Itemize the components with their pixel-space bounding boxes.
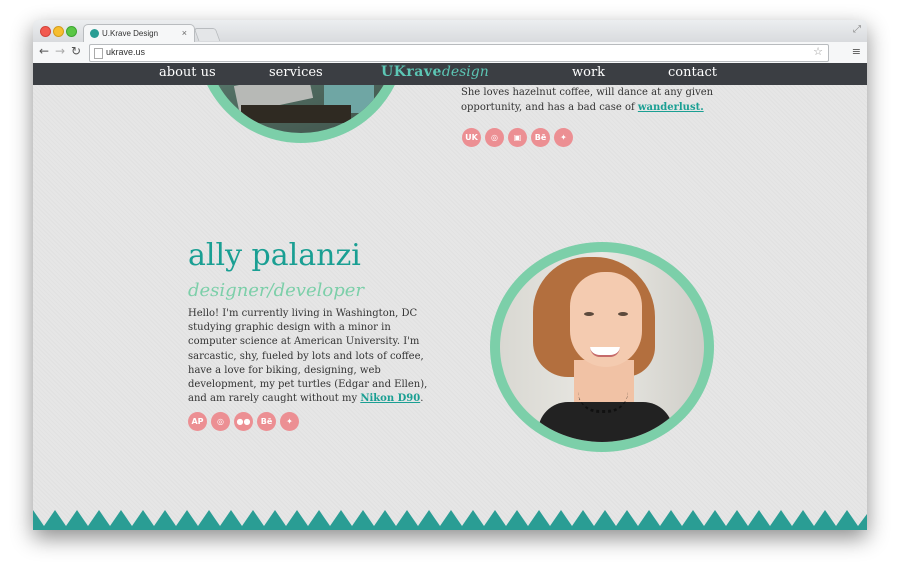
profile-name: ally palanzi	[188, 238, 361, 273]
logo-sub: design	[441, 64, 489, 80]
minimize-window-button[interactable]	[53, 26, 64, 37]
browser-window: U.Krave Design × ⤢ ← → ↻ ukrave.us ☆ ≡ a…	[33, 20, 867, 530]
behance-icon[interactable]: Bē	[257, 412, 276, 431]
bio-suffix: .	[420, 393, 424, 405]
dribbble-icon[interactable]: ◎	[211, 412, 230, 431]
logo-main: UKrave	[381, 64, 442, 80]
bio-text: Hello! I'm currently living in Washingto…	[188, 308, 428, 405]
profile-role: designer/developer	[188, 280, 364, 301]
team-member-social-links: UK ◎ ▣ Bē ✦	[462, 128, 573, 147]
nav-contact[interactable]: contact	[668, 65, 717, 80]
profile-social-links: AP ◎ ●● Bē ✦	[188, 412, 299, 431]
new-tab-button[interactable]	[193, 28, 221, 41]
close-window-button[interactable]	[40, 26, 51, 37]
dribbble-icon[interactable]: ◎	[485, 128, 504, 147]
profile-photo	[490, 242, 714, 452]
footer-band	[33, 527, 867, 530]
team-member-bio: She loves hazelnut coffee, will dance at…	[461, 85, 761, 115]
profile-bio: Hello! I'm currently living in Washingto…	[188, 307, 433, 406]
page-content: about us services UKravedesign work cont…	[33, 63, 867, 530]
site-logo[interactable]: UKravedesign	[381, 64, 489, 80]
twitter-icon[interactable]: ✦	[554, 128, 573, 147]
url-text[interactable]: ukrave.us	[106, 47, 145, 57]
flickr-icon[interactable]: ●●	[234, 412, 253, 431]
bookmark-star-icon[interactable]: ☆	[813, 45, 823, 58]
favicon-icon	[90, 29, 99, 38]
tab-close-icon[interactable]: ×	[182, 28, 187, 38]
reload-button[interactable]: ↻	[71, 44, 81, 58]
fullscreen-icon[interactable]: ⤢	[853, 24, 861, 35]
behance-icon[interactable]: Bē	[531, 128, 550, 147]
tumblr-like-icon[interactable]: UK	[462, 128, 481, 147]
back-button[interactable]: ←	[39, 44, 49, 58]
ap-icon[interactable]: AP	[188, 412, 207, 431]
instagram-icon[interactable]: ▣	[508, 128, 527, 147]
title-bar: U.Krave Design × ⤢	[33, 20, 867, 43]
nav-work[interactable]: work	[572, 65, 605, 80]
nav-about-us[interactable]: about us	[159, 65, 216, 80]
nav-services[interactable]: services	[269, 65, 323, 80]
site-navigation: about us services UKravedesign work cont…	[33, 63, 867, 85]
forward-button[interactable]: →	[55, 44, 65, 58]
browser-menu-icon[interactable]: ≡	[852, 45, 861, 58]
nikon-link[interactable]: Nikon D90	[360, 393, 420, 404]
browser-toolbar: ← → ↻ ukrave.us ☆ ≡	[33, 42, 867, 64]
page-icon	[94, 48, 103, 59]
zoom-window-button[interactable]	[66, 26, 77, 37]
tab-title: U.Krave Design	[102, 29, 159, 38]
address-bar[interactable]: ukrave.us ☆	[89, 44, 829, 62]
twitter-icon[interactable]: ✦	[280, 412, 299, 431]
wanderlust-link[interactable]: wanderlust.	[638, 102, 704, 113]
browser-tab[interactable]: U.Krave Design ×	[83, 24, 195, 43]
